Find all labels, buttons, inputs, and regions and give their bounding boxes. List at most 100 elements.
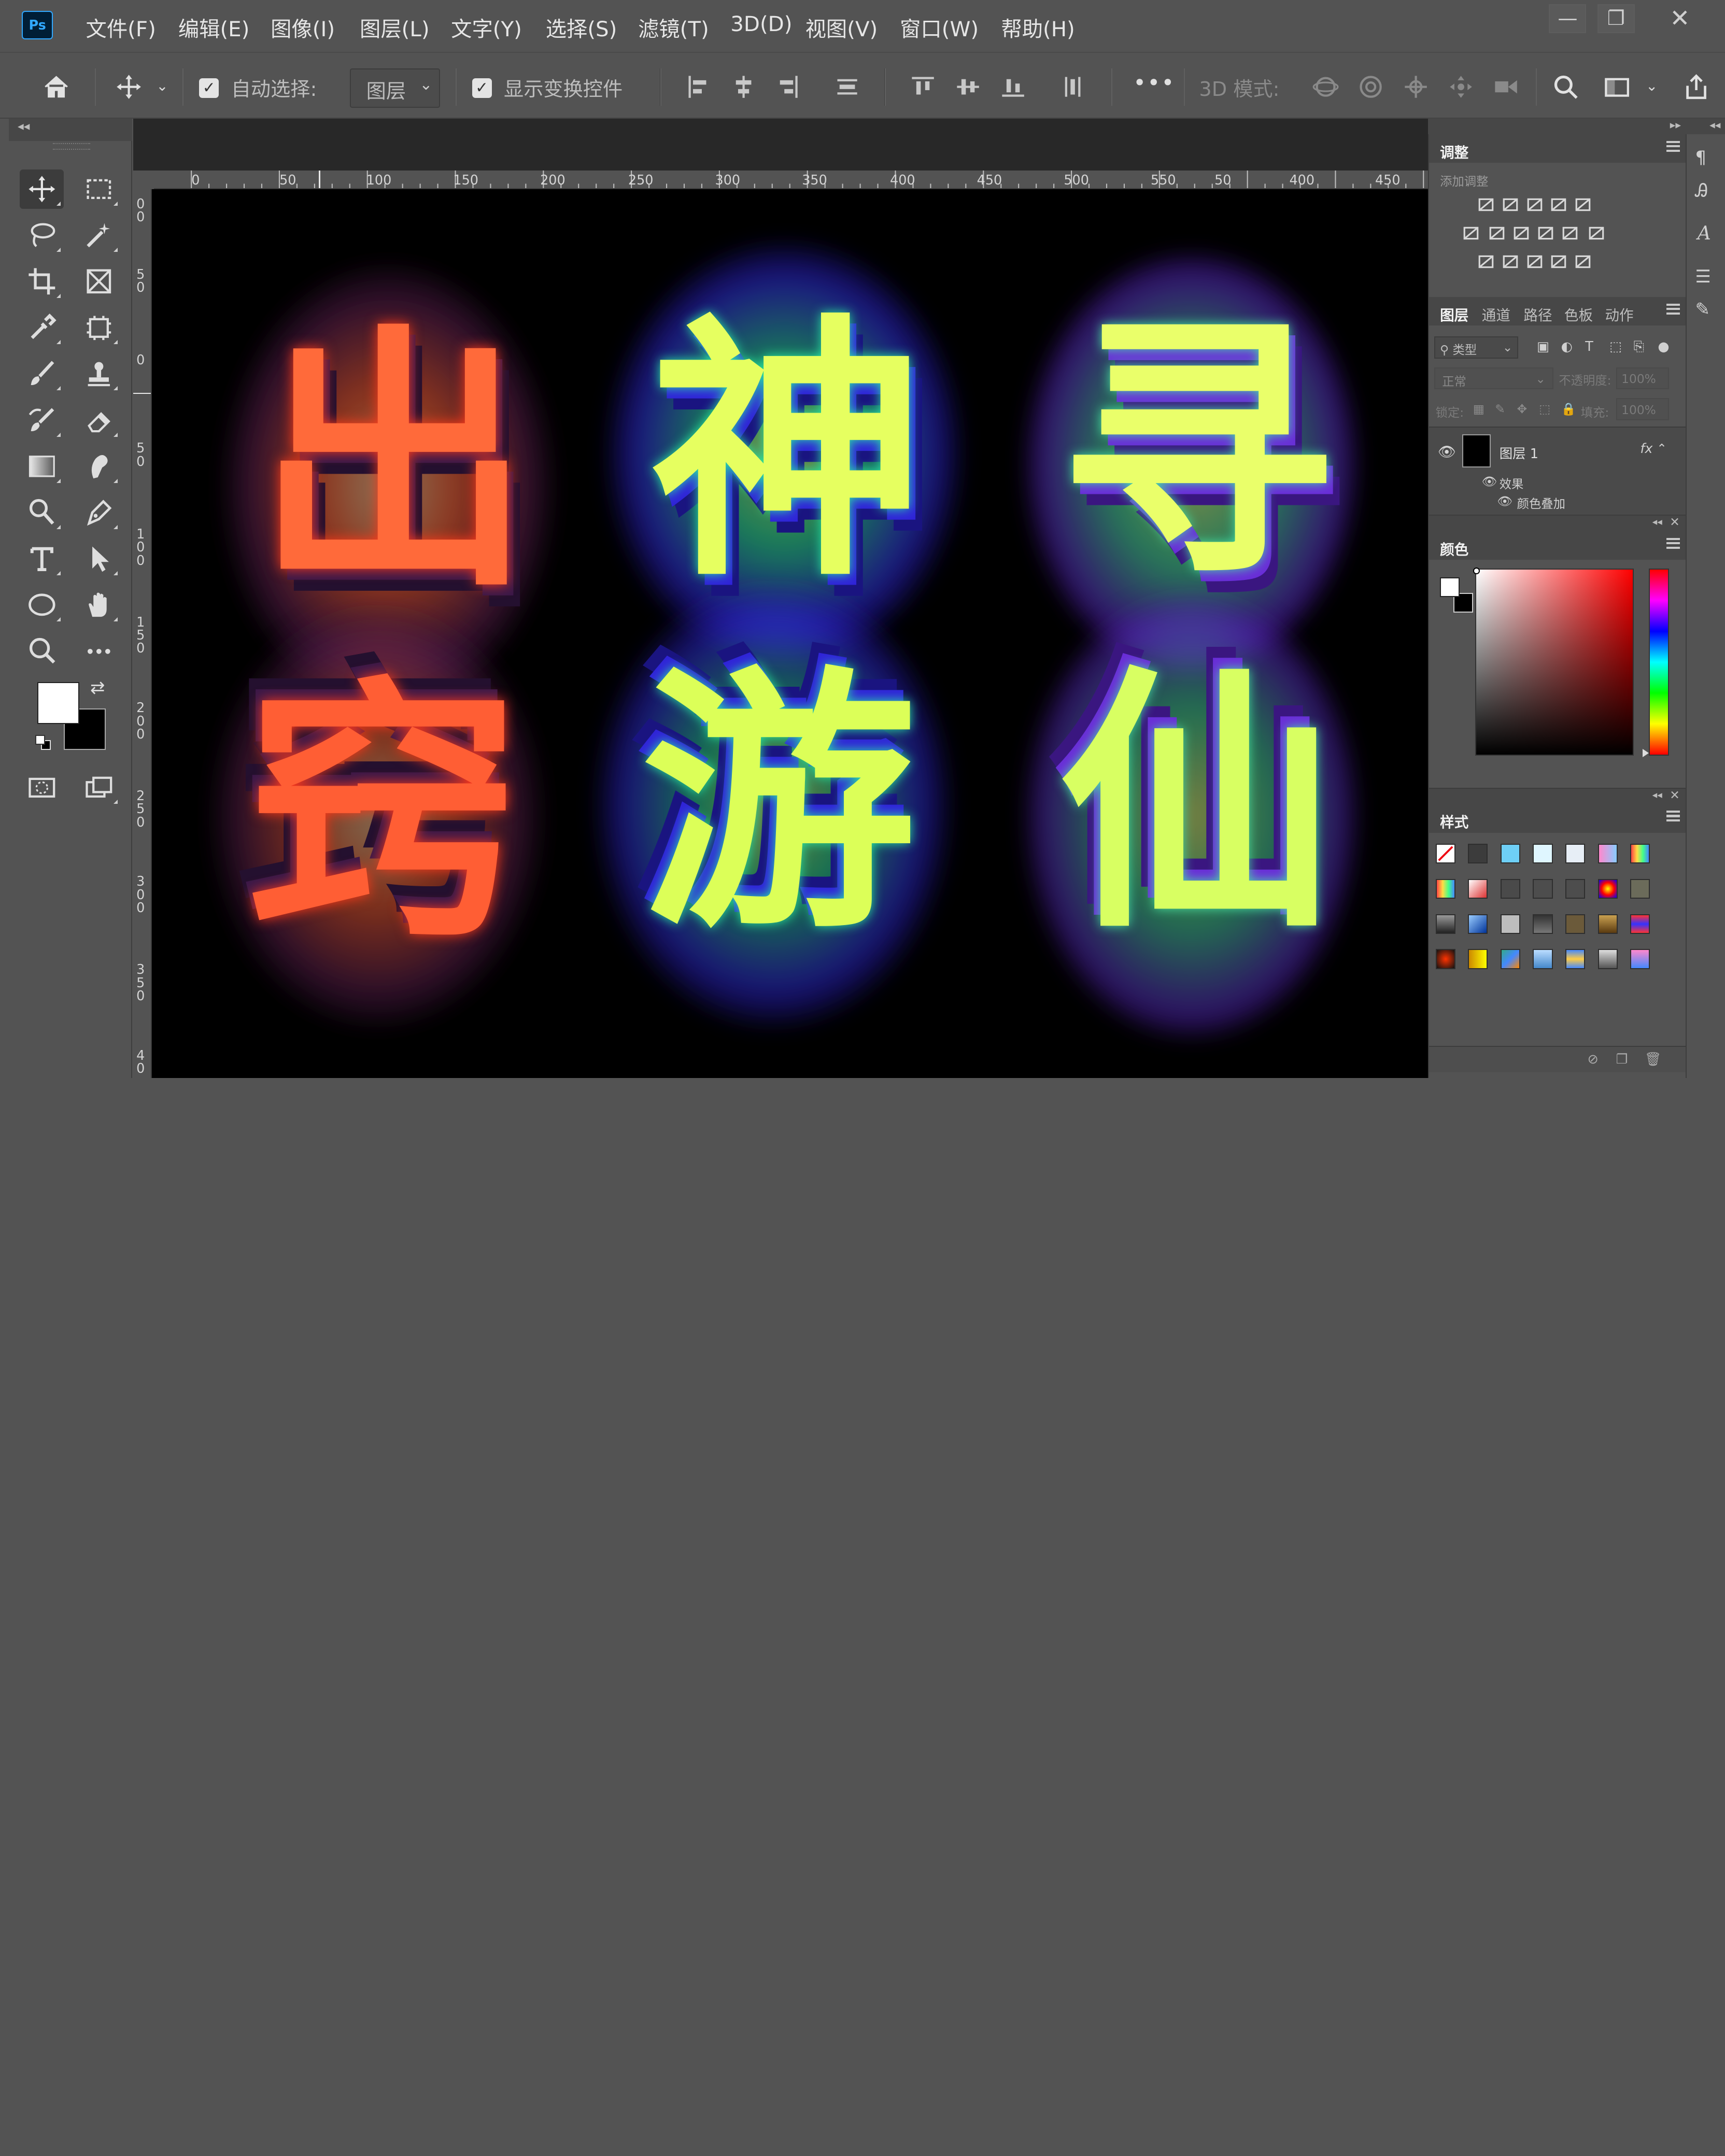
foreground-color-swatch[interactable] xyxy=(37,682,79,724)
panel-grip[interactable] xyxy=(52,143,91,150)
eraser-tool[interactable] xyxy=(77,401,121,440)
swap-colors-icon[interactable]: ⇄ xyxy=(90,677,105,698)
style-swatch[interactable] xyxy=(1468,949,1488,969)
ruler-origin[interactable] xyxy=(133,170,154,190)
menu-file[interactable]: 文件(F) xyxy=(86,12,156,42)
blend-mode-dropdown[interactable]: 正常 ⌄ xyxy=(1434,367,1553,390)
style-swatch[interactable] xyxy=(1468,914,1488,934)
distribute-vertical-icon[interactable] xyxy=(830,70,864,104)
style-swatch[interactable] xyxy=(1500,914,1521,934)
menu-image[interactable]: 图像(I) xyxy=(271,12,335,42)
tab-channels[interactable]: 通道 xyxy=(1482,304,1510,324)
menu-view[interactable]: 视图(V) xyxy=(805,12,878,42)
collapse-icon[interactable]: ◂◂ xyxy=(18,119,30,133)
menu-help[interactable]: 帮助(H) xyxy=(1001,12,1074,42)
collapse-effects-icon[interactable]: ⌃ xyxy=(1657,441,1667,456)
effects-eye-icon[interactable]: 👁 xyxy=(1482,474,1497,489)
align-right-icon[interactable] xyxy=(771,70,804,104)
share-icon[interactable] xyxy=(1680,70,1713,104)
photo-filter-icon[interactable] xyxy=(1537,224,1554,242)
collapse-icon[interactable]: ◂◂ xyxy=(1652,789,1662,801)
style-swatch[interactable] xyxy=(1500,878,1521,899)
magic-wand-tool[interactable] xyxy=(77,216,121,255)
style-swatch[interactable] xyxy=(1597,914,1618,934)
hand-tool[interactable] xyxy=(77,585,121,625)
style-swatch[interactable] xyxy=(1565,843,1586,863)
adjustment-filter-icon[interactable]: ◐ xyxy=(1561,339,1573,354)
pen-tool[interactable] xyxy=(77,493,121,532)
3d-slide-icon[interactable] xyxy=(1445,70,1478,104)
invert-icon[interactable] xyxy=(1477,253,1495,271)
style-swatch[interactable] xyxy=(1435,878,1455,899)
lock-all-icon[interactable]: 🔒 xyxy=(1561,402,1576,416)
style-swatch[interactable] xyxy=(1597,949,1618,969)
style-swatch[interactable] xyxy=(1630,949,1650,969)
style-swatch[interactable] xyxy=(1630,843,1650,863)
clear-style-icon[interactable]: ⊘ xyxy=(1588,1052,1599,1067)
style-swatch[interactable] xyxy=(1597,843,1618,863)
brush-tool[interactable] xyxy=(20,354,64,393)
history-brush-tool[interactable] xyxy=(20,401,64,440)
panel-menu-icon[interactable] xyxy=(1666,537,1680,549)
frame-tool[interactable] xyxy=(77,262,121,301)
layer-name[interactable]: 图层 1 xyxy=(1500,443,1538,462)
brightness-icon[interactable] xyxy=(1477,196,1495,214)
style-swatch[interactable] xyxy=(1500,949,1521,969)
vibrance-icon[interactable] xyxy=(1574,196,1592,214)
selective-color-icon[interactable] xyxy=(1550,253,1567,271)
lock-artboard-icon[interactable]: ⬚ xyxy=(1539,402,1550,416)
move-tool-icon[interactable] xyxy=(112,70,145,104)
smart-object-filter-icon[interactable]: ⎘ xyxy=(1634,339,1644,355)
align-vertical-center-icon[interactable] xyxy=(952,70,985,104)
align-top-icon[interactable] xyxy=(907,70,940,104)
levels-icon[interactable] xyxy=(1502,196,1519,214)
style-swatch[interactable] xyxy=(1435,914,1455,934)
workspace-chevron-icon[interactable]: ⌄ xyxy=(1646,77,1658,94)
color-balance-icon[interactable] xyxy=(1488,224,1506,242)
curves-icon[interactable] xyxy=(1526,196,1544,214)
search-icon[interactable] xyxy=(1549,70,1582,104)
layer-filter-dropdown[interactable]: ⚲ 类型 ⌄ xyxy=(1434,336,1518,359)
character-styles-icon[interactable]: Ꭿ xyxy=(1695,180,1708,201)
align-left-icon[interactable] xyxy=(682,70,715,104)
collapse-icon[interactable]: ◂◂ xyxy=(1652,516,1662,528)
exposure-icon[interactable] xyxy=(1550,196,1567,214)
saturation-brightness-picker[interactable] xyxy=(1475,569,1634,756)
close-icon[interactable]: ✕ xyxy=(1670,515,1680,529)
lock-transparent-icon[interactable]: ▦ xyxy=(1473,402,1484,416)
quick-mask-tool[interactable] xyxy=(20,768,64,807)
tool-preset-chevron-icon[interactable]: ⌄ xyxy=(156,77,168,94)
menu-type[interactable]: 文字(Y) xyxy=(451,12,522,42)
channel-mixer-icon[interactable] xyxy=(1561,224,1579,242)
color-panel-strip[interactable]: ◂◂ ✕ xyxy=(1429,515,1687,531)
menu-edit[interactable]: 编辑(E) xyxy=(178,12,250,42)
style-swatch[interactable] xyxy=(1565,949,1586,969)
style-swatch[interactable] xyxy=(1630,914,1650,934)
style-swatch[interactable] xyxy=(1565,878,1586,899)
threshold-icon[interactable] xyxy=(1526,253,1544,271)
style-swatch[interactable] xyxy=(1500,843,1521,863)
color-overlay-eye-icon[interactable]: 👁 xyxy=(1497,494,1512,508)
menu-layer[interactable]: 图层(L) xyxy=(360,12,430,42)
style-swatch[interactable] xyxy=(1630,878,1650,899)
style-swatch[interactable] xyxy=(1435,949,1455,969)
menu-select[interactable]: 选择(S) xyxy=(546,12,617,42)
menu-3d[interactable]: 3D(D) xyxy=(730,12,792,36)
dodge-tool[interactable] xyxy=(20,493,64,532)
auto-select-target-dropdown[interactable]: 图层 ⌄ xyxy=(349,68,440,108)
fill-input[interactable]: 100% xyxy=(1616,398,1669,420)
color-foreground-swatch[interactable] xyxy=(1440,577,1460,598)
black-white-icon[interactable] xyxy=(1512,224,1530,242)
new-style-icon[interactable]: ❐ xyxy=(1616,1052,1628,1067)
panel-menu-icon[interactable] xyxy=(1666,303,1680,315)
type-filter-icon[interactable]: T xyxy=(1585,339,1593,354)
close-button[interactable]: ✕ xyxy=(1655,4,1705,33)
tab-layers[interactable]: 图层 xyxy=(1440,304,1468,324)
smudge-tool[interactable] xyxy=(77,447,121,486)
menu-window[interactable]: 窗口(W) xyxy=(900,12,979,42)
ellipse-tool[interactable] xyxy=(20,585,64,625)
document-canvas[interactable]: 出 窍 神 游 寻 仙 xyxy=(151,189,1428,1078)
color-lookup-icon[interactable] xyxy=(1588,224,1605,242)
workspace-icon[interactable] xyxy=(1601,70,1634,104)
home-icon[interactable] xyxy=(39,70,73,104)
